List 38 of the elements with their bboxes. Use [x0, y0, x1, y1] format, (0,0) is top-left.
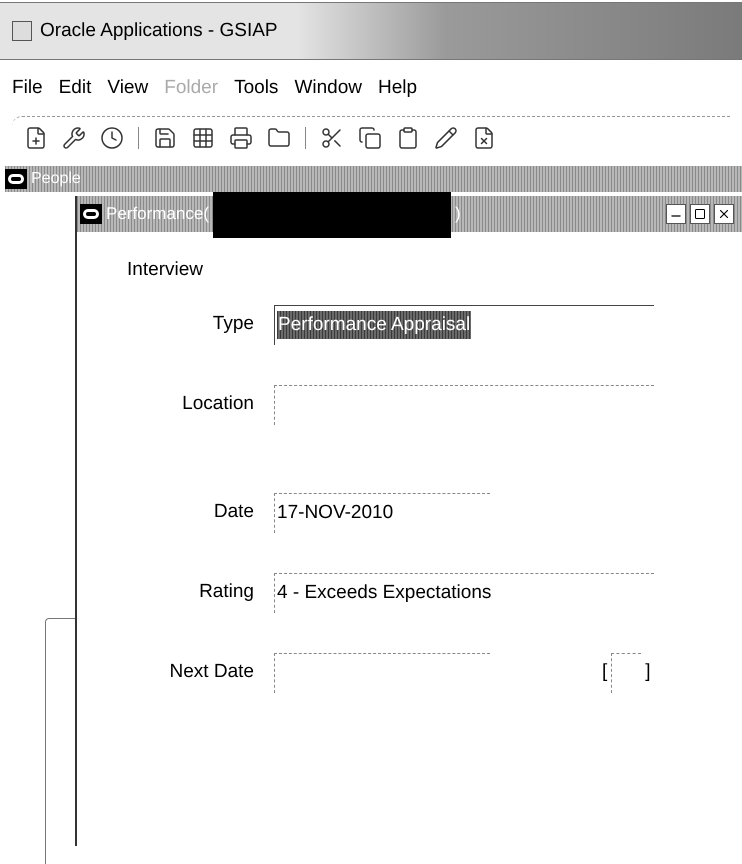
close-icon — [717, 207, 731, 221]
input-field[interactable]: Performance Appraisal — [274, 304, 654, 344]
java-app-icon — [12, 21, 32, 41]
input-field[interactable]: 4 - Exceeds Expectations — [274, 572, 654, 612]
oracle-logo-icon — [80, 204, 102, 224]
menu-item[interactable]: Tools — [234, 74, 278, 102]
bracket-close: ] — [645, 660, 651, 684]
print-icon[interactable] — [229, 126, 253, 150]
edit-icon[interactable] — [434, 126, 458, 150]
menu-item[interactable]: File — [12, 74, 43, 102]
dialog-title-end: ) — [454, 203, 461, 226]
save-icon[interactable] — [153, 126, 177, 150]
field-label: Type — [212, 312, 255, 336]
dialog-title: Performance( — [106, 203, 209, 226]
checkbox-field[interactable] — [611, 652, 642, 692]
input-field[interactable] — [274, 384, 654, 424]
menu-item[interactable]: Window — [294, 74, 362, 102]
menu-item[interactable]: View — [107, 74, 148, 102]
input-field[interactable]: 17-NOV-2010 — [274, 492, 490, 532]
people-window-title: People — [31, 169, 81, 189]
section-heading: Interview — [127, 258, 204, 282]
field-label: Date — [212, 500, 255, 524]
window-title: Oracle Applications - GSIAP — [40, 18, 278, 43]
field-label: Location — [181, 392, 255, 416]
folder-icon[interactable] — [267, 126, 291, 150]
clock-icon[interactable] — [100, 126, 124, 150]
minimize-button[interactable] — [666, 204, 686, 224]
field-label: Next Date — [168, 660, 255, 684]
close-button[interactable] — [714, 204, 734, 224]
copy-icon[interactable] — [358, 126, 382, 150]
bracket-open: [ — [602, 660, 608, 684]
maximize-button[interactable] — [690, 204, 710, 224]
field-label: Rating — [198, 580, 255, 604]
oracle-logo-icon — [5, 169, 27, 189]
maximize-icon — [694, 208, 706, 220]
menu-item[interactable]: Help — [378, 74, 418, 102]
menu-item[interactable]: Edit — [58, 74, 92, 102]
input-field[interactable] — [274, 652, 490, 692]
